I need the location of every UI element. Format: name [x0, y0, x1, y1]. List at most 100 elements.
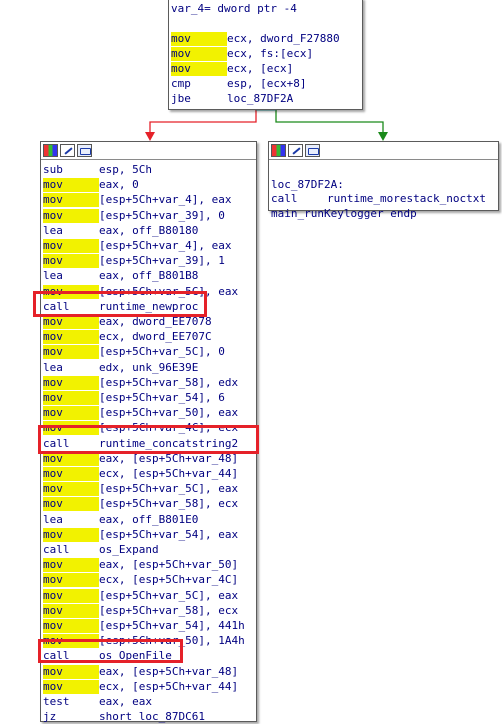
- instruction-line[interactable]: mov ecx, fs:[ecx]: [171, 47, 313, 61]
- instruction-operands: eax, off_B801E0: [99, 512, 199, 526]
- instruction-line[interactable]: mov [esp+5Ch+var_58], ecx: [43, 603, 239, 618]
- instruction-line[interactable]: mov [esp+5Ch+var_58], edx: [43, 375, 238, 390]
- instruction-operands: [esp+5Ch+var_39], 1: [99, 254, 225, 268]
- instruction-line[interactable]: lea eax, off_B80180: [43, 224, 198, 238]
- instruction-line[interactable]: mov [esp+5Ch+var_4], eax: [43, 193, 232, 208]
- graph-overview-icon[interactable]: [305, 144, 320, 157]
- instruction-line[interactable]: [271, 163, 327, 177]
- graph-overview-icon[interactable]: [77, 144, 92, 157]
- instruction-mnemonic: mov: [43, 588, 99, 603]
- edge-to-main-block[interactable]: [149, 110, 257, 134]
- instruction-mnemonic: mov: [171, 32, 227, 46]
- instruction-line[interactable]: call os_Expand: [43, 543, 159, 557]
- instruction-line[interactable]: mov [esp+5Ch+var_5C], 0: [43, 345, 225, 360]
- instruction-mnemonic: var_4= dword ptr -4: [171, 2, 297, 15]
- edge-to-main-block-arrow: [145, 132, 155, 141]
- edge-to-morestack-block[interactable]: [275, 110, 384, 134]
- instruction-operands: loc_87DF2A: [227, 92, 294, 105]
- instruction-line[interactable]: lea edx, unk_96E39E: [43, 361, 198, 375]
- block-header: [41, 142, 256, 160]
- block-entry[interactable]: var_4= dword ptr -4 mov ecx, dword_F27880 m…: [168, 0, 363, 110]
- instruction-mnemonic: call: [43, 543, 70, 556]
- instruction-mnemonic: mov: [43, 482, 99, 497]
- annotation-box-runtime-concatstring2: [38, 425, 259, 454]
- instruction-line[interactable]: jbe loc_87DF2A: [171, 92, 293, 106]
- instruction-line[interactable]: sub esp, 5Ch: [43, 163, 152, 177]
- instruction-line[interactable]: [171, 17, 227, 31]
- instruction-line[interactable]: mov [esp+5Ch+var_39], 1: [43, 254, 225, 269]
- instruction-mnemonic: mov: [43, 239, 99, 253]
- block-loc-87df2a[interactable]: loc_87DF2A: call runtime_morestack_noctxt m…: [268, 141, 499, 220]
- instruction-operands: ecx, [esp+5Ch+var_44]: [99, 679, 239, 693]
- instruction-mnemonic: call: [271, 192, 298, 205]
- instruction-line[interactable]: lea eax, off_B801B8: [43, 269, 198, 283]
- instruction-operands: [esp+5Ch+var_4], eax: [99, 239, 232, 252]
- instruction-line[interactable]: mov [esp+5Ch+var_58], ecx: [43, 497, 238, 512]
- instruction-line[interactable]: cmp esp, [ecx+8]: [171, 77, 306, 91]
- instruction-line[interactable]: loc_87DF2A:: [271, 178, 344, 192]
- instruction-line[interactable]: mov ecx, dword_F27880: [171, 32, 340, 46]
- instruction-line[interactable]: mov eax, 0: [43, 178, 139, 193]
- instruction-operands: ecx, [ecx]: [227, 62, 294, 75]
- instruction-line[interactable]: lea eax, off_B801E0: [43, 513, 198, 527]
- instruction-line[interactable]: call runtime_morestack_noctxt: [271, 192, 486, 206]
- color-palette-icon[interactable]: [43, 144, 58, 157]
- instruction-operands: eax, [esp+5Ch+var_50]: [99, 558, 239, 572]
- instruction-mnemonic: mov: [43, 330, 99, 345]
- instruction-operands: ecx, fs:[ecx]: [227, 47, 314, 60]
- instruction-operands: [esp+5Ch+var_5C], 0: [99, 345, 225, 359]
- instruction-mnemonic: mov: [43, 345, 99, 360]
- instruction-line[interactable]: mov [esp+5Ch+var_4], eax: [43, 239, 231, 253]
- instruction-line[interactable]: mov eax, dword_EE7078: [43, 315, 212, 329]
- instruction-mnemonic: mov: [43, 664, 99, 679]
- instruction-line[interactable]: mov ecx, dword_EE707C: [43, 330, 212, 345]
- instruction-mnemonic: mov: [43, 497, 99, 512]
- instruction-operands: [esp+5Ch+var_54], 441h: [99, 619, 245, 632]
- instruction-mnemonic: mov: [171, 62, 227, 76]
- rename-pencil-icon[interactable]: [288, 144, 303, 157]
- instruction-line[interactable]: mov ecx, [esp+5Ch+var_44]: [43, 467, 238, 481]
- instruction-line[interactable]: mov eax, [esp+5Ch+var_50]: [43, 558, 239, 573]
- instruction-line[interactable]: mov [esp+5Ch+var_50], eax: [43, 406, 239, 421]
- instruction-operands: ecx, [esp+5Ch+var_4C]: [99, 573, 239, 587]
- instruction-operands: esp, 5Ch: [99, 163, 152, 176]
- instruction-operands: [esp+5Ch+var_5C], eax: [99, 482, 239, 496]
- instruction-mnemonic: mov: [43, 254, 99, 269]
- instruction-line[interactable]: mov ecx, [esp+5Ch+var_44]: [43, 679, 239, 694]
- instruction-line[interactable]: main_runKeylogger endp: [271, 207, 417, 221]
- instruction-mnemonic: mov: [43, 527, 99, 542]
- edge-to-morestack-block-arrow: [378, 132, 388, 141]
- color-palette-icon[interactable]: [271, 144, 286, 157]
- instruction-operands: ecx, dword_F27880: [227, 32, 340, 45]
- instruction-mnemonic: mov: [43, 193, 99, 208]
- instruction-operands: [esp+5Ch+var_50], eax: [99, 406, 239, 420]
- instruction-operands: short loc_87DC61: [99, 710, 205, 724]
- instruction-mnemonic: mov: [43, 558, 99, 573]
- instruction-line[interactable]: test eax, eax: [43, 695, 152, 709]
- instruction-line[interactable]: mov [esp+5Ch+var_54], 6: [43, 391, 225, 405]
- instruction-operands: esp, [ecx+8]: [227, 77, 307, 90]
- rename-pencil-icon[interactable]: [60, 144, 75, 157]
- instruction-operands: [esp+5Ch+var_58], ecx: [99, 603, 239, 617]
- instruction-mnemonic: lea: [43, 512, 63, 526]
- instruction-line[interactable]: mov [esp+5Ch+var_54], 441h: [43, 619, 245, 633]
- instruction-mnemonic: mov: [43, 406, 99, 421]
- instruction-line[interactable]: mov [esp+5Ch+var_54], eax: [43, 527, 238, 542]
- instruction-line[interactable]: var_4= dword ptr -4: [171, 2, 297, 16]
- instruction-line[interactable]: mov ecx, [esp+5Ch+var_4C]: [43, 573, 239, 588]
- instruction-mnemonic: mov: [171, 47, 227, 61]
- instruction-line[interactable]: mov ecx, [ecx]: [171, 62, 293, 76]
- annotation-box-runtime-newproc: [33, 291, 207, 317]
- instruction-operands: [esp+5Ch+var_4], eax: [99, 193, 232, 207]
- instruction-mnemonic: lea: [43, 269, 63, 283]
- instruction-mnemonic: mov: [43, 375, 99, 390]
- instruction-line[interactable]: mov [esp+5Ch+var_5C], eax: [43, 482, 239, 497]
- instruction-mnemonic: test: [43, 695, 70, 708]
- instruction-mnemonic: lea: [43, 360, 63, 374]
- instruction-operands: [esp+5Ch+var_39], 0: [99, 208, 225, 222]
- instruction-line[interactable]: mov [esp+5Ch+var_39], 0: [43, 208, 225, 223]
- instruction-line[interactable]: mov eax, [esp+5Ch+var_48]: [43, 664, 238, 679]
- instruction-mnemonic: mov: [43, 315, 99, 329]
- instruction-mnemonic: sub: [43, 163, 63, 176]
- instruction-line[interactable]: mov [esp+5Ch+var_5C], eax: [43, 588, 238, 603]
